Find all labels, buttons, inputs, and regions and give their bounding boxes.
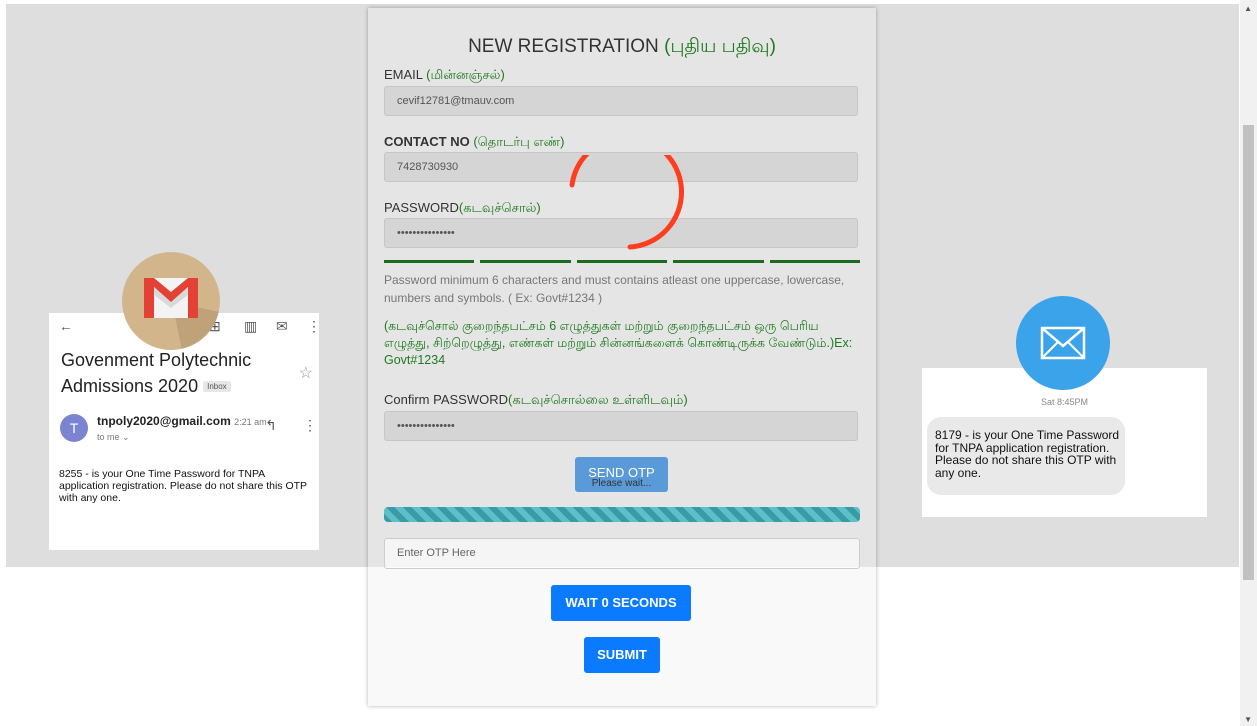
sender-email: tnpoly2020@gmail.com [97,414,231,428]
more-vert-icon: ⋮ [303,417,317,433]
scroll-up-icon[interactable]: ▲ [1244,4,1252,13]
contact-label-en: CONTACT NO [384,134,470,149]
confirm-password-label: Confirm PASSWORD(கடவுச்சொல்லை உள்ளிடவும்… [384,392,688,409]
sms-message: 8179 - is your One Time Password for TNP… [935,428,1120,480]
email-field[interactable]: cevif12781@tmauv.com [384,86,858,116]
otp-progress-bar [384,507,860,522]
scroll-down-icon[interactable]: ▼ [1244,715,1252,724]
password-label-en: PASSWORD [384,200,459,215]
confirm-password-field[interactable]: ••••••••••••••• [384,411,858,441]
gmail-subject-line2: Admissions 2020 [61,376,199,396]
password-label-ta: (கடவுச்சொல்) [458,200,541,215]
reply-icon: ↰ [265,417,277,433]
strength-segment [480,260,571,263]
submit-button[interactable]: SUBMIT [584,637,660,673]
email-label: EMAIL (மின்னஞ்சல்) [384,67,505,84]
back-arrow-icon: ← [59,318,73,334]
strength-segment [769,260,861,263]
confirm-label-en: Confirm PASSWORD [384,392,508,407]
star-icon: ☆ [298,365,313,382]
envelope-icon [1016,296,1110,390]
send-otp-button[interactable]: SEND OTP Please wait... [575,457,668,492]
title-en: NEW REGISTRATION [468,36,659,57]
contact-label: CONTACT NO (தொடர்பு எண்) [384,134,564,151]
email-label-en: EMAIL [384,67,423,82]
gmail-logo-icon [122,252,220,350]
sms-otp-card: Sat 8:45PM 8179 - is your One Time Passw… [922,368,1207,517]
strength-segment [384,260,475,263]
gmail-body: 8255 - is your One Time Password for TNP… [59,468,307,504]
loading-spinner-icon [569,155,685,250]
password-label: PASSWORD(கடவுச்சொல்) [384,200,541,217]
registration-panel: NEW REGISTRATION (புதிய பதிவு) EMAIL (மி… [368,8,876,706]
inbox-badge: Inbox [203,381,231,393]
password-hint-en: Password minimum 6 characters and must c… [384,273,845,305]
mail-icon: ✉ [276,318,288,334]
gmail-subject: Govenment Polytechnic Admissions 2020 In… [61,347,301,400]
page-title: NEW REGISTRATION (புதிய பதிவு) [368,36,876,60]
password-strength-meter [384,260,861,263]
gmail-sender: tnpoly2020@gmail.com 2:21 am [97,414,267,428]
confirm-label-ta: (கடவுச்சொல்லை உள்ளிடவும்) [508,392,688,407]
strength-segment [576,260,668,263]
title-ta: (புதிய பதிவு) [664,36,776,57]
gmail-recipient: to me ⌄ [97,432,130,442]
scroll-thumb[interactable] [1243,125,1254,580]
avatar: T [60,414,88,442]
more-vert-icon: ⋮ [307,318,321,334]
otp-input[interactable]: Enter OTP Here [384,538,860,569]
delete-icon: ▥ [244,318,258,334]
sms-bubble: 8179 - is your One Time Password for TNP… [927,417,1125,495]
gmail-subject-line1: Govenment Polytechnic [61,350,252,370]
email-label-ta: (மின்னஞ்சல்) [426,67,505,82]
sms-time: Sat 8:45PM [1040,397,1089,407]
gmail-time: 2:21 am [234,417,267,427]
strength-segment [673,260,764,263]
contact-label-ta: (தொடர்பு எண்) [473,134,565,149]
page-scrollbar[interactable]: ▲ ▼ [1240,0,1257,726]
password-hint-ta: (கடவுச்சொல் குறைந்தபட்சம் 6 எழுத்துகள் ம… [384,319,853,367]
wait-button[interactable]: WAIT 0 SECONDS [551,585,691,621]
